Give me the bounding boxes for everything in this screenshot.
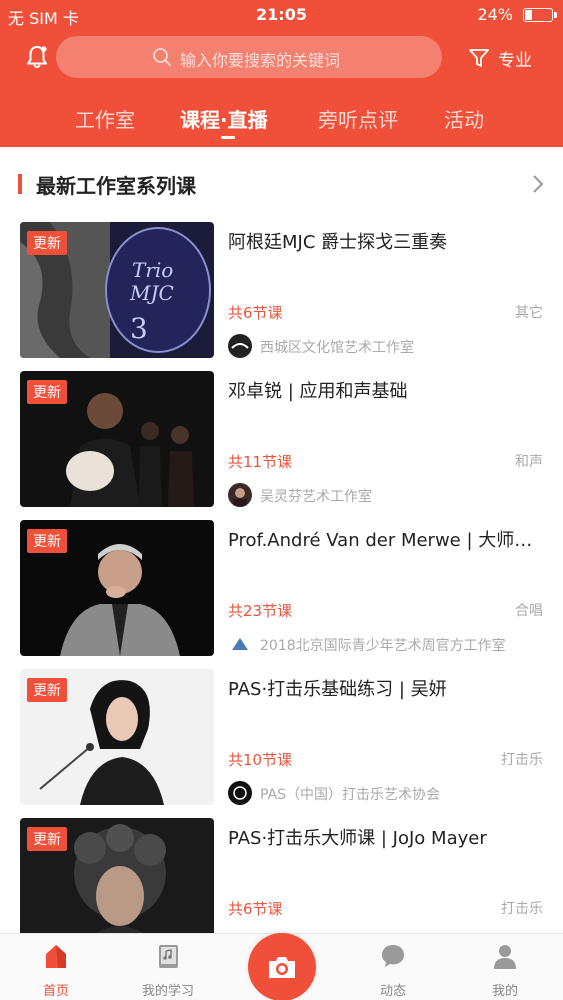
status-bar: 无 SIM 卡 21:05 24% xyxy=(0,0,563,30)
course-item[interactable]: Trio MJC 3 更新 阿根廷MJC 爵士探戈三重奏 共6节课 其它 西城区… xyxy=(0,222,563,362)
course-thumbnail: Trio MJC 3 更新 xyxy=(20,222,214,358)
tabbar-label: 动态 xyxy=(379,984,406,999)
course-title: PAS·打击乐大师课 | JoJo Mayer xyxy=(228,828,487,849)
section-title: 最新工作室系列课 xyxy=(36,174,196,198)
active-tab-indicator xyxy=(221,136,235,139)
studio-info[interactable]: 吴灵芬艺术工作室 xyxy=(228,483,548,507)
tabbar-label: 我的 xyxy=(491,984,518,999)
filter-label: 专业 xyxy=(498,51,532,71)
studio-name: 吴灵芬艺术工作室 xyxy=(260,489,372,505)
course-category: 打击乐 xyxy=(501,752,543,768)
search-icon xyxy=(153,48,171,66)
section-header[interactable]: 最新工作室系列课 xyxy=(0,166,563,206)
course-thumbnail: 更新 xyxy=(20,520,214,656)
lesson-count: 共6节课 xyxy=(228,900,283,918)
update-badge: 更新 xyxy=(27,529,67,553)
tabbar-feed[interactable]: 动态 xyxy=(348,934,438,1000)
camera-button[interactable] xyxy=(248,933,316,1000)
search-input[interactable]: 输入你要搜索的关键词 xyxy=(56,36,442,78)
chevron-right-icon[interactable] xyxy=(531,174,545,194)
tabbar-label: 首页 xyxy=(42,984,69,999)
studio-name: PAS（中国）打击乐艺术协会 xyxy=(260,787,441,803)
course-title: 阿根廷MJC 爵士探戈三重奏 xyxy=(228,232,448,253)
tab-audit-review[interactable]: 旁听点评 xyxy=(318,104,398,133)
lesson-count: 共10节课 xyxy=(228,751,293,769)
tabbar-profile[interactable]: 我的 xyxy=(460,934,550,1000)
update-badge: 更新 xyxy=(27,231,67,255)
chat-icon xyxy=(382,945,404,967)
course-category: 打击乐 xyxy=(501,901,543,917)
tabbar-my-learning[interactable]: 我的学习 xyxy=(123,934,213,1000)
course-category: 和声 xyxy=(515,454,543,470)
battery-icon xyxy=(523,8,557,22)
bell-icon[interactable] xyxy=(24,44,50,70)
filter-icon xyxy=(469,49,489,67)
course-category: 其它 xyxy=(515,305,543,321)
course-title: PAS·打击乐基础练习 | 吴妍 xyxy=(228,679,447,700)
top-tabs: 工作室 课程·直播 旁听点评 活动 xyxy=(0,100,563,140)
course-item[interactable]: 更新 PAS·打击乐基础练习 | 吴妍 共10节课 打击乐 PAS（中国）打击乐… xyxy=(0,669,563,809)
studio-avatar xyxy=(228,781,252,805)
home-icon xyxy=(46,945,66,968)
search-placeholder: 输入你要搜索的关键词 xyxy=(180,51,341,70)
studio-avatar xyxy=(228,483,252,507)
book-icon xyxy=(159,945,178,968)
studio-name: 西城区文化馆艺术工作室 xyxy=(260,340,414,356)
course-category: 合唱 xyxy=(515,603,543,619)
studio-avatar xyxy=(228,632,252,656)
tab-studio[interactable]: 工作室 xyxy=(75,104,135,133)
course-item[interactable]: 更新 邓卓锐 | 应用和声基础 共11节课 和声 吴灵芬艺术工作室 xyxy=(0,371,563,511)
app-header: 无 SIM 卡 21:05 24% 输入你要搜索的关键词 专业 工作室 课程·直… xyxy=(0,0,563,147)
studio-avatar xyxy=(228,334,252,358)
course-thumbnail: 更新 xyxy=(20,371,214,507)
user-icon xyxy=(494,945,516,969)
update-badge: 更新 xyxy=(27,380,67,404)
course-item[interactable]: 更新 Prof.André Van der Merwe | 大师… 共23节课 … xyxy=(0,520,563,660)
svg-text:3: 3 xyxy=(130,312,148,345)
svg-text:MJC: MJC xyxy=(129,281,174,305)
studio-info[interactable]: 2018北京国际青少年艺术周官方工作室 xyxy=(228,632,548,656)
section-accent-bar xyxy=(18,174,22,194)
battery-percent: 24% xyxy=(477,5,513,24)
tabbar-home[interactable]: 首页 xyxy=(11,934,101,1000)
tab-events[interactable]: 活动 xyxy=(444,104,484,133)
course-title: Prof.André Van der Merwe | 大师… xyxy=(228,530,533,551)
lesson-count: 共11节课 xyxy=(228,453,293,471)
tabbar-label: 我的学习 xyxy=(141,984,194,999)
studio-name: 2018北京国际青少年艺术周官方工作室 xyxy=(260,638,506,654)
lesson-count: 共23节课 xyxy=(228,602,293,620)
update-badge: 更新 xyxy=(27,827,67,851)
camera-icon xyxy=(269,957,295,978)
svg-text:Trio: Trio xyxy=(132,258,173,282)
lesson-count: 共6节课 xyxy=(228,304,283,322)
course-thumbnail: 更新 xyxy=(20,669,214,805)
studio-info[interactable]: 西城区文化馆艺术工作室 xyxy=(228,334,548,358)
studio-info[interactable]: PAS（中国）打击乐艺术协会 xyxy=(228,781,548,805)
course-title: 邓卓锐 | 应用和声基础 xyxy=(228,381,408,402)
tab-courses-live[interactable]: 课程·直播 xyxy=(180,104,268,133)
update-badge: 更新 xyxy=(27,678,67,702)
